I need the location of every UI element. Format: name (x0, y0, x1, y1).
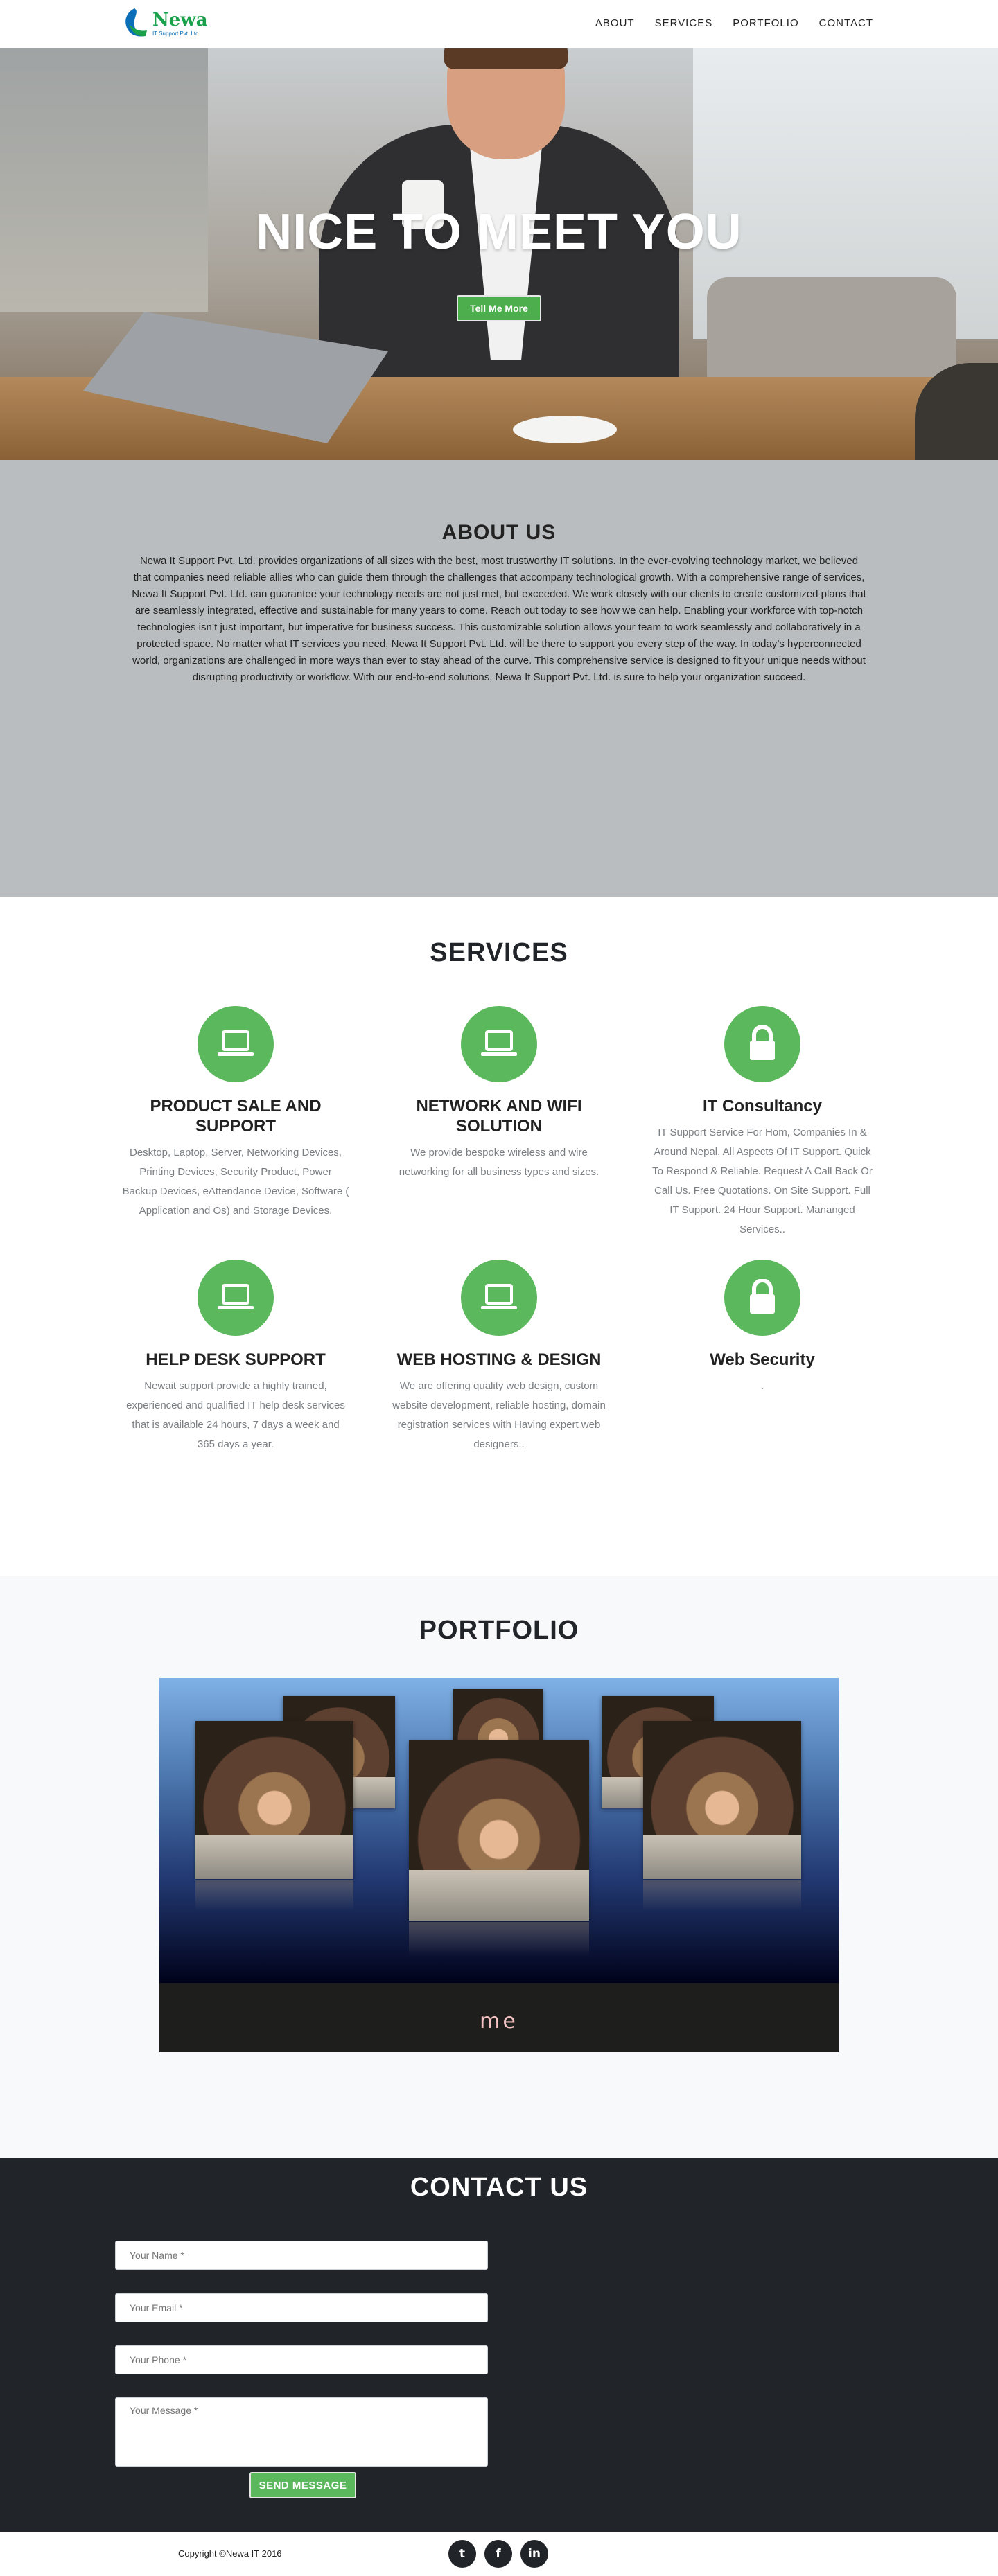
laptop-icon (198, 1006, 274, 1082)
email-field[interactable] (115, 2293, 488, 2322)
service-text: Desktop, Laptop, Server, Networking Devi… (122, 1147, 349, 1217)
social-links: t f in (448, 2540, 548, 2568)
send-message-button[interactable]: SEND MESSAGE (250, 2472, 356, 2498)
hero-section: NICE TO MEET YOU Tell Me More (0, 48, 998, 460)
service-text: We provide bespoke wireless and wire net… (399, 1147, 599, 1178)
service-card: PRODUCT SALE AND SUPPORT Desktop, Laptop… (114, 1006, 358, 1221)
portfolio-title: PORTFOLIO (419, 1616, 579, 1645)
portfolio-reflection (195, 1880, 353, 1911)
service-text: IT Support Service For Hom, Companies In… (652, 1127, 873, 1235)
message-field[interactable] (115, 2397, 488, 2467)
contact-title: CONTACT US (410, 2173, 588, 2202)
brand-name: Newa (152, 10, 208, 30)
services-section: SERVICES PRODUCT SALE AND SUPPORT Deskto… (0, 897, 998, 1576)
service-card: WEB HOSTING & DESIGN We are offering qua… (377, 1260, 621, 1454)
tell-me-more-button[interactable]: Tell Me More (457, 295, 541, 321)
nav-link-services[interactable]: SERVICES (655, 17, 713, 29)
nav-links: ABOUT SERVICES PORTFOLIO CONTACT (595, 17, 873, 29)
copyright-text: Copyright ©Newa IT 2016 (178, 2548, 282, 2559)
nav-link-portfolio[interactable]: PORTFOLIO (733, 17, 798, 29)
service-text: Newait support provide a highly trained,… (126, 1380, 345, 1450)
footer: Copyright ©Newa IT 2016 t f in (0, 2532, 998, 2576)
laptop-icon (461, 1260, 537, 1336)
portfolio-caption: me (480, 2009, 518, 2034)
services-title: SERVICES (430, 938, 568, 967)
about-title: ABOUT US (441, 521, 557, 544)
service-card: Web Security . (640, 1260, 884, 1396)
nav-link-contact[interactable]: CONTACT (819, 17, 873, 29)
portfolio-image[interactable] (643, 1721, 801, 1880)
laptop-icon (461, 1006, 537, 1082)
brand-tagline: IT Support Pvt. Ltd. (152, 30, 200, 37)
contact-section: CONTACT US SEND MESSAGE (0, 2158, 998, 2532)
logo-mark-icon (125, 8, 147, 37)
portfolio-carousel[interactable] (159, 1678, 839, 1983)
portfolio-image-featured[interactable] (409, 1740, 589, 1921)
hero-background-window (0, 48, 208, 312)
service-card: NETWORK AND WIFI SOLUTION We provide bes… (377, 1006, 621, 1182)
service-text: . (760, 1380, 764, 1392)
service-title: IT Consultancy (702, 1097, 823, 1115)
hero-title: NICE TO MEET YOU (256, 204, 742, 260)
name-field[interactable] (115, 2241, 488, 2270)
portfolio-reflection (409, 1922, 589, 1957)
service-card: IT Consultancy IT Support Service For Ho… (640, 1006, 884, 1240)
twitter-icon[interactable]: t (448, 2540, 476, 2568)
service-card: HELP DESK SUPPORT Newait support provide… (114, 1260, 358, 1454)
phone-field[interactable] (115, 2345, 488, 2374)
nav-link-about[interactable]: ABOUT (595, 17, 635, 29)
about-section: ABOUT US Newa It Support Pvt. Ltd. provi… (0, 460, 998, 897)
portfolio-image[interactable] (195, 1721, 353, 1880)
service-title: HELP DESK SUPPORT (146, 1350, 326, 1369)
about-text: Newa It Support Pvt. Ltd. provides organ… (132, 555, 866, 683)
portfolio-section: PORTFOLIO me (0, 1576, 998, 2158)
service-title: PRODUCT SALE AND SUPPORT (150, 1097, 322, 1136)
lock-icon (724, 1006, 800, 1082)
hero-plate (513, 416, 617, 443)
laptop-icon (198, 1260, 274, 1336)
linkedin-icon[interactable]: in (520, 2540, 548, 2568)
facebook-icon[interactable]: f (484, 2540, 512, 2568)
top-navbar: Newa IT Support Pvt. Ltd. ABOUT SERVICES… (0, 0, 998, 48)
service-title: NETWORK AND WIFI SOLUTION (416, 1097, 582, 1136)
lock-icon (724, 1260, 800, 1336)
service-text: We are offering quality web design, cust… (392, 1380, 606, 1450)
service-title: Web Security (710, 1350, 815, 1369)
brand-logo[interactable]: Newa IT Support Pvt. Ltd. (119, 6, 208, 43)
portfolio-reflection (643, 1880, 801, 1911)
service-title: WEB HOSTING & DESIGN (396, 1350, 602, 1369)
